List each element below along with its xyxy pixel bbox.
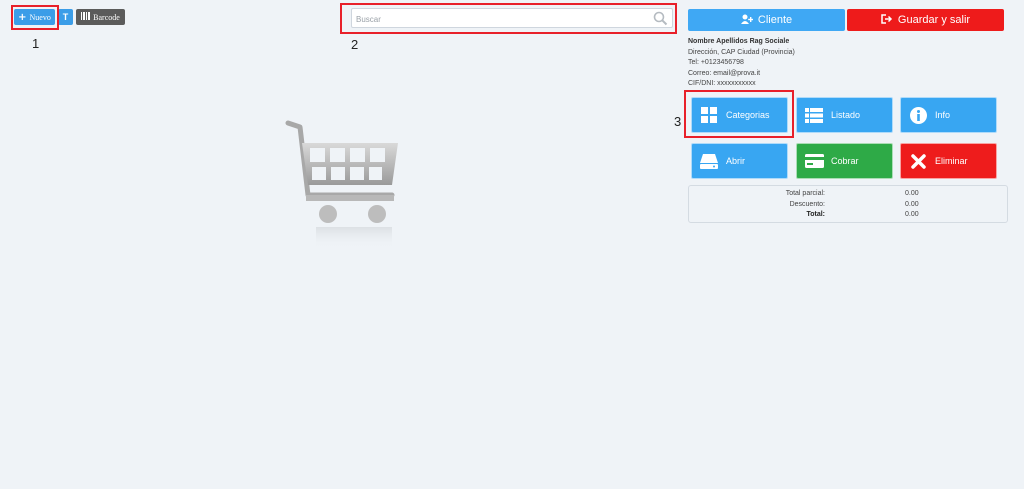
delete-button[interactable]: Eliminar (900, 143, 997, 179)
text-mode-button[interactable]: T (58, 9, 73, 25)
annotation-number-2: 2 (351, 37, 359, 52)
client-email: Correo: email@prova.it (688, 69, 761, 77)
close-icon (907, 153, 929, 169)
highlight-box-2 (340, 3, 677, 34)
info-icon (907, 106, 929, 124)
discount-label: Descuento: (789, 200, 825, 208)
total-label: Total: (806, 211, 825, 218)
list-label: Listado (831, 110, 861, 120)
barcode-button-label: Barcode (93, 12, 120, 22)
save-exit-button-label: Guardar y salir (897, 14, 971, 26)
client-name: Nombre Apellidos Rag Sociale (688, 38, 790, 45)
user-plus-icon (740, 14, 754, 27)
subtotal-label: Total parcial: (785, 190, 825, 197)
discount-value: 0.00 (905, 200, 919, 208)
list-icon (803, 107, 825, 123)
charge-label: Cobrar (831, 156, 859, 166)
total-value: 0.00 (905, 211, 919, 218)
credit-card-icon (803, 154, 825, 168)
drive-icon (698, 153, 720, 169)
client-tax-id: CIF/DNI: xxxxxxxxxxx (688, 80, 756, 87)
delete-label: Eliminar (935, 156, 968, 166)
list-button[interactable]: Listado (796, 97, 893, 133)
highlight-box-1 (11, 5, 59, 30)
subtotal-row: Total parcial: 0.00 (689, 190, 1007, 200)
total-row: Total: 0.00 (689, 211, 1007, 221)
charge-button[interactable]: Cobrar (796, 143, 893, 179)
client-address: Dirección, CAP Ciudad (Provincia) (688, 48, 795, 56)
client-phone: Tel: +0123456798 (688, 59, 744, 66)
text-icon: T (62, 12, 69, 22)
totals-panel: Total parcial: 0.00 Descuento: 0.00 Tota… (688, 185, 1008, 223)
annotation-number-3: 3 (674, 114, 682, 129)
info-button[interactable]: Info (900, 97, 997, 133)
open-button[interactable]: Abrir (691, 143, 788, 179)
barcode-button[interactable]: Barcode (76, 9, 125, 25)
sign-out-icon (881, 13, 893, 27)
subtotal-value: 0.00 (905, 190, 919, 197)
client-button[interactable]: Cliente (688, 9, 845, 31)
info-label: Info (935, 110, 951, 120)
open-label: Abrir (726, 156, 746, 166)
annotation-number-1: 1 (32, 36, 40, 51)
highlight-box-3 (684, 90, 794, 138)
client-info: Nombre Apellidos Rag Sociale Dirección, … (688, 37, 795, 90)
empty-cart-illustration (280, 115, 410, 265)
discount-row: Descuento: 0.00 (689, 201, 1007, 211)
barcode-icon (81, 12, 91, 22)
client-button-label: Cliente (757, 14, 793, 26)
save-exit-button[interactable]: Guardar y salir (847, 9, 1004, 31)
